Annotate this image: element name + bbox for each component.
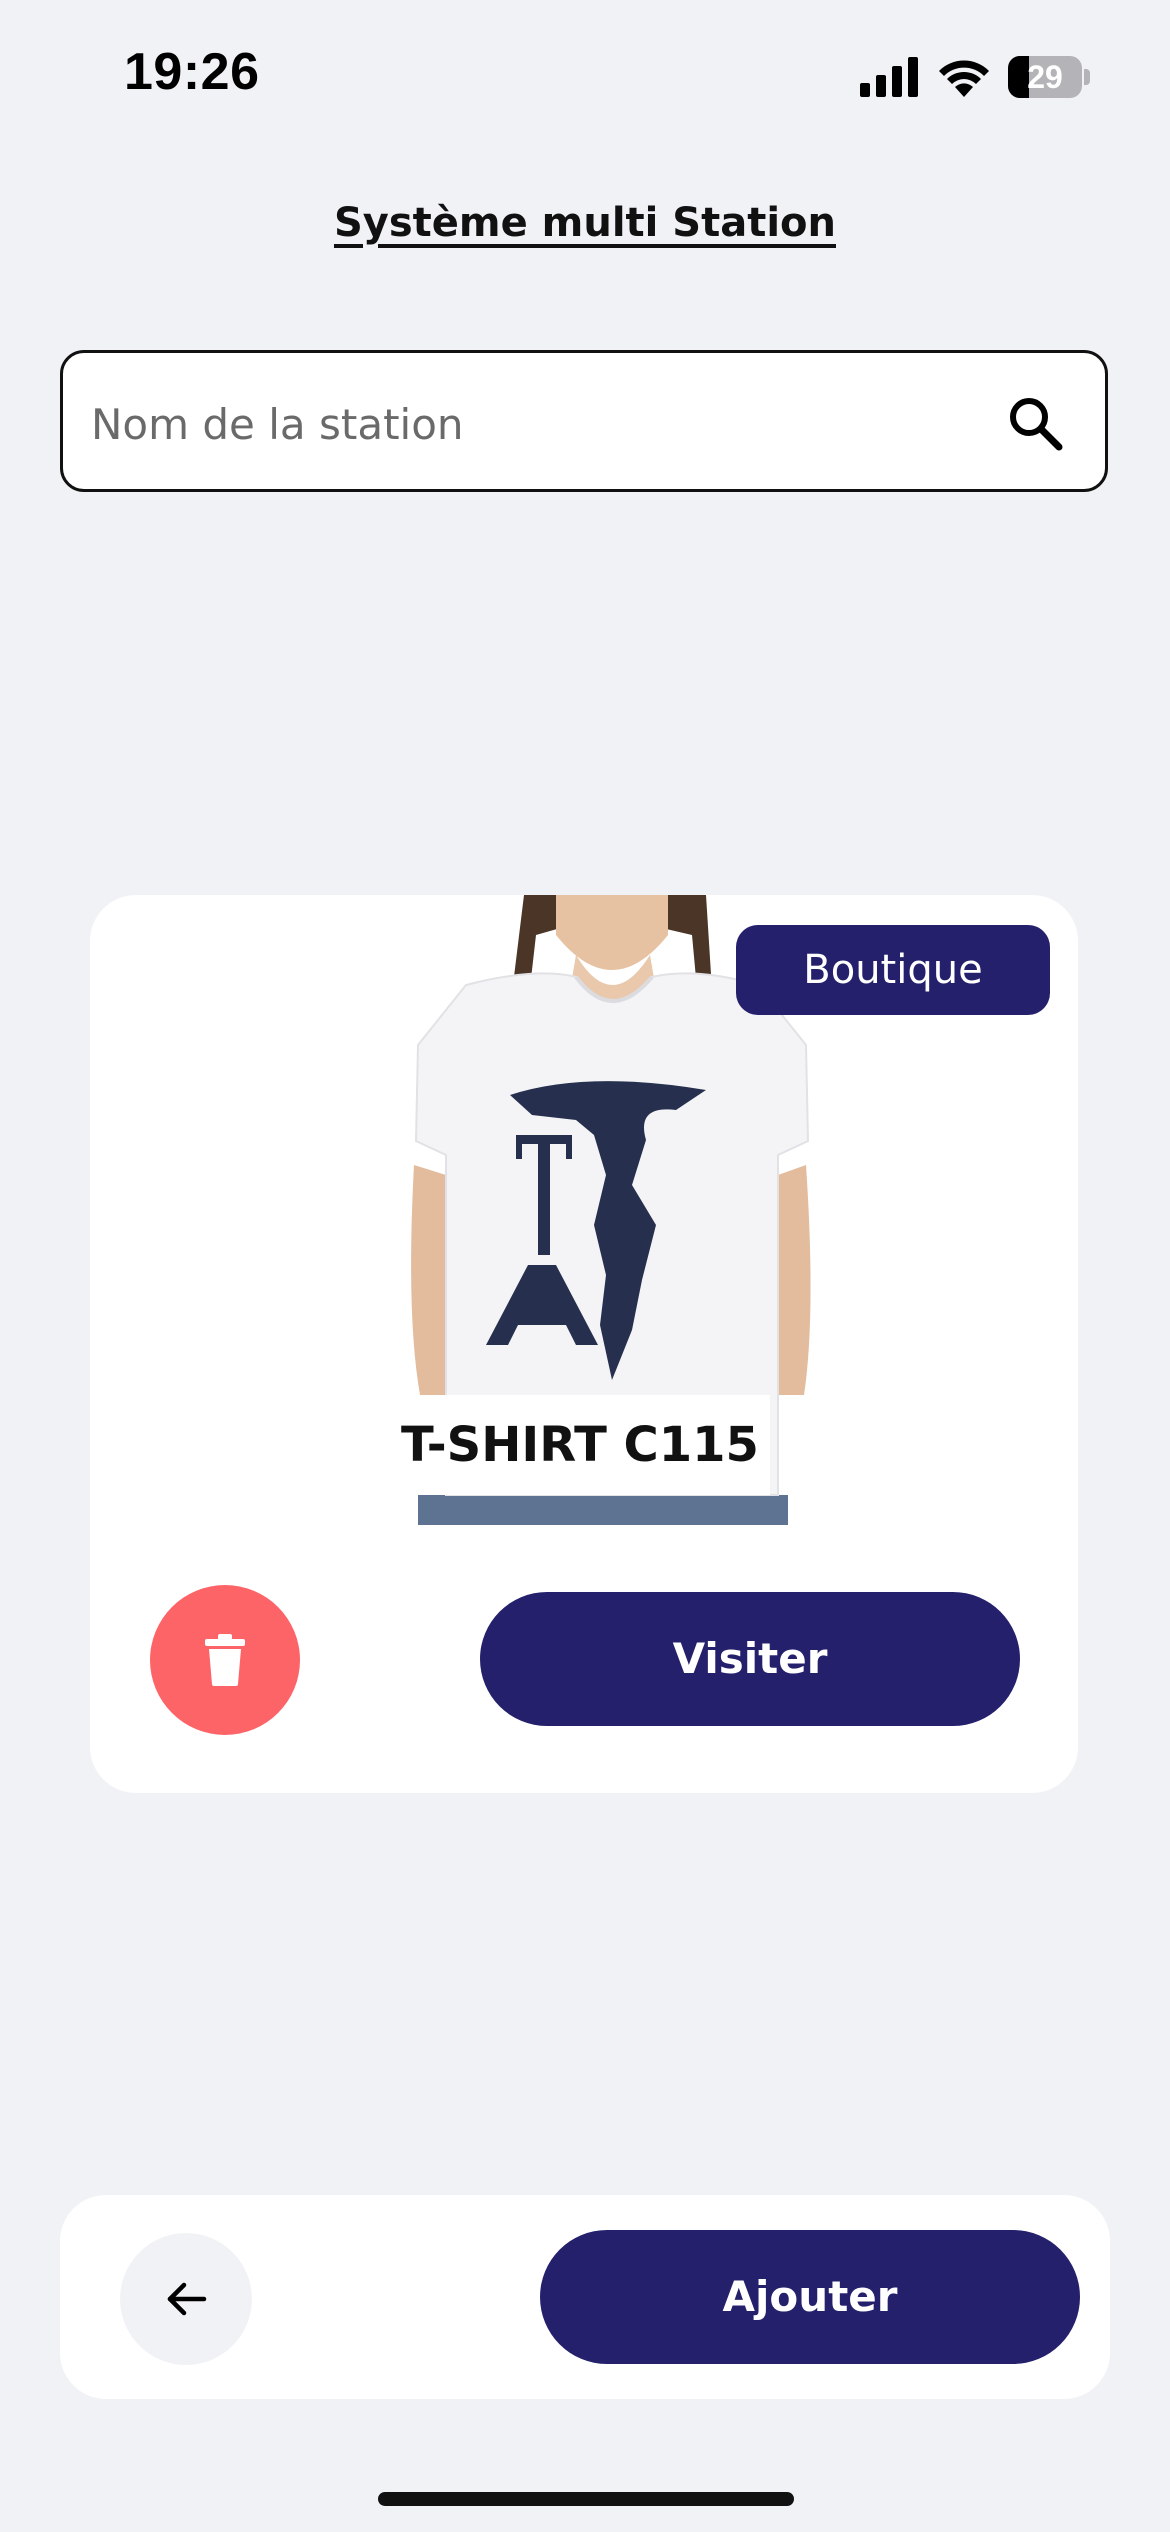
page-title: Système multi Station xyxy=(333,200,836,246)
back-button[interactable] xyxy=(120,2233,252,2365)
station-name: T-SHIRT C115 xyxy=(390,1395,770,1495)
search-input[interactable] xyxy=(89,383,973,465)
trash-icon xyxy=(205,1634,245,1686)
search-icon[interactable] xyxy=(1005,393,1065,453)
search-box[interactable] xyxy=(60,350,1108,492)
arrow-left-icon xyxy=(167,2282,207,2316)
status-bar: 19:26 29 xyxy=(0,0,1170,150)
add-button[interactable]: Ajouter xyxy=(540,2230,1080,2364)
signal-icon xyxy=(860,57,918,97)
delete-button[interactable] xyxy=(150,1585,300,1735)
station-card[interactable]: T-SHIRT C115 Boutique Visiter xyxy=(90,895,1078,1793)
status-icons: 29 xyxy=(860,52,1090,102)
visit-button[interactable]: Visiter xyxy=(480,1592,1020,1726)
wifi-icon xyxy=(939,60,989,97)
home-indicator[interactable] xyxy=(378,2492,794,2506)
bottom-bar: Ajouter xyxy=(60,2195,1110,2399)
battery-icon: 29 xyxy=(1008,56,1090,98)
status-time: 19:26 xyxy=(124,43,260,101)
battery-level: 29 xyxy=(1027,59,1063,95)
category-badge: Boutique xyxy=(736,925,1050,1015)
